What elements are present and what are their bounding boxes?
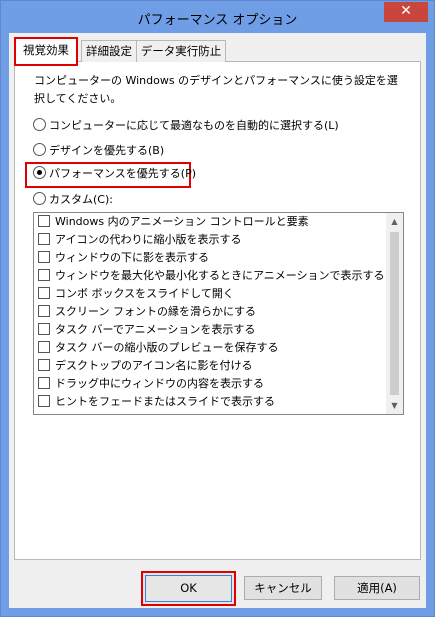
tab-advanced[interactable]: 詳細設定: [81, 40, 137, 62]
title-bar[interactable]: パフォーマンス オプション ✕: [1, 1, 434, 33]
radio-label: コンピューターに応じて最適なものを自動的に選択する(L): [49, 119, 339, 132]
scroll-down-arrow-icon[interactable]: ▼: [386, 397, 403, 414]
radio-custom[interactable]: カスタム(C):: [33, 191, 113, 209]
apply-button[interactable]: 適用(A): [334, 576, 420, 600]
checkbox[interactable]: [38, 359, 50, 371]
list-item-label: ウィンドウを最大化や最小化するときにアニメーションで表示する: [55, 269, 385, 282]
window-frame-bottom: [1, 608, 434, 616]
list-item-label: デスクトップのアイコン名に影を付ける: [55, 359, 253, 372]
list-item-label: タスク バーの縮小版のプレビューを保存する: [55, 341, 279, 354]
scroll-up-arrow-icon[interactable]: ▲: [386, 213, 403, 230]
radio-label: カスタム(C):: [49, 193, 113, 206]
vertical-scrollbar[interactable]: ▲ ▼: [386, 213, 403, 414]
radio-auto-select[interactable]: コンピューターに応じて最適なものを自動的に選択する(L): [33, 117, 339, 135]
list-item[interactable]: アイコンの代わりに縮小版を表示する: [34, 231, 386, 249]
checkbox[interactable]: [38, 269, 50, 281]
list-item-label: ヒントをフェードまたはスライドで表示する: [55, 395, 275, 408]
window-title: パフォーマンス オプション: [137, 13, 298, 28]
list-item-label: タスク バーでアニメーションを表示する: [55, 323, 256, 336]
checkbox[interactable]: [38, 341, 50, 353]
checkbox[interactable]: [38, 215, 50, 227]
checkbox[interactable]: [38, 323, 50, 335]
list-item[interactable]: ヒントをフェードまたはスライドで表示する: [34, 393, 386, 411]
list-item[interactable]: ドラッグ中にウィンドウの内容を表示する: [34, 375, 386, 393]
description-text: コンピューターの Windows のデザインとパフォーマンスに使う設定を選択して…: [34, 74, 398, 105]
list-item[interactable]: タスク バーでアニメーションを表示する: [34, 321, 386, 339]
radio-button[interactable]: [33, 166, 46, 179]
window-frame-left: [1, 33, 9, 616]
radio-button[interactable]: [33, 192, 46, 205]
tab-visual-effects[interactable]: 視覚効果: [14, 37, 78, 66]
list-item[interactable]: Windows 内のアニメーション コントロールと要素: [34, 213, 386, 231]
list-item-label: ウィンドウの下に影を表示する: [55, 251, 209, 264]
tab-data-execution-prevention[interactable]: データ実行防止: [136, 40, 226, 62]
window-frame-right: [426, 33, 434, 616]
radio-button[interactable]: [33, 118, 46, 131]
list-item[interactable]: デスクトップのアイコン名に影を付ける: [34, 357, 386, 375]
list-item[interactable]: スクリーン フォントの縁を滑らかにする: [34, 303, 386, 321]
radio-label: デザインを優先する(B): [49, 144, 165, 157]
list-item-label: ドラッグ中にウィンドウの内容を表示する: [55, 377, 264, 390]
checkbox[interactable]: [38, 233, 50, 245]
list-item-label: Windows 内のアニメーション コントロールと要素: [55, 215, 309, 228]
radio-button[interactable]: [33, 143, 46, 156]
list-item-label: スクリーン フォントの縁を滑らかにする: [55, 305, 257, 318]
list-item-label: アイコンの代わりに縮小版を表示する: [55, 233, 242, 246]
ok-button-label: OK: [145, 575, 232, 602]
list-item-label: コンボ ボックスをスライドして開く: [55, 287, 234, 300]
effects-list[interactable]: Windows 内のアニメーション コントロールと要素 アイコンの代わりに縮小版…: [33, 212, 404, 415]
checkbox[interactable]: [38, 305, 50, 317]
checkbox[interactable]: [38, 251, 50, 263]
radio-best-appearance[interactable]: デザインを優先する(B): [33, 142, 164, 160]
list-item[interactable]: ウィンドウの下に影を表示する: [34, 249, 386, 267]
list-item[interactable]: ウィンドウを最大化や最小化するときにアニメーションで表示する: [34, 267, 386, 285]
checkbox[interactable]: [38, 287, 50, 299]
radio-label: パフォーマンスを優先する(P): [49, 167, 196, 180]
scroll-thumb[interactable]: [390, 232, 399, 395]
checkbox[interactable]: [38, 395, 50, 407]
cancel-button[interactable]: キャンセル: [244, 576, 322, 600]
radio-best-performance[interactable]: パフォーマンスを優先する(P): [33, 165, 196, 183]
list-item[interactable]: タスク バーの縮小版のプレビューを保存する: [34, 339, 386, 357]
list-item[interactable]: コンボ ボックスをスライドして開く: [34, 285, 386, 303]
checkbox[interactable]: [38, 377, 50, 389]
effects-list-items: Windows 内のアニメーション コントロールと要素 アイコンの代わりに縮小版…: [34, 213, 386, 411]
close-button[interactable]: ✕: [384, 2, 428, 22]
ok-button[interactable]: OK: [141, 571, 236, 606]
